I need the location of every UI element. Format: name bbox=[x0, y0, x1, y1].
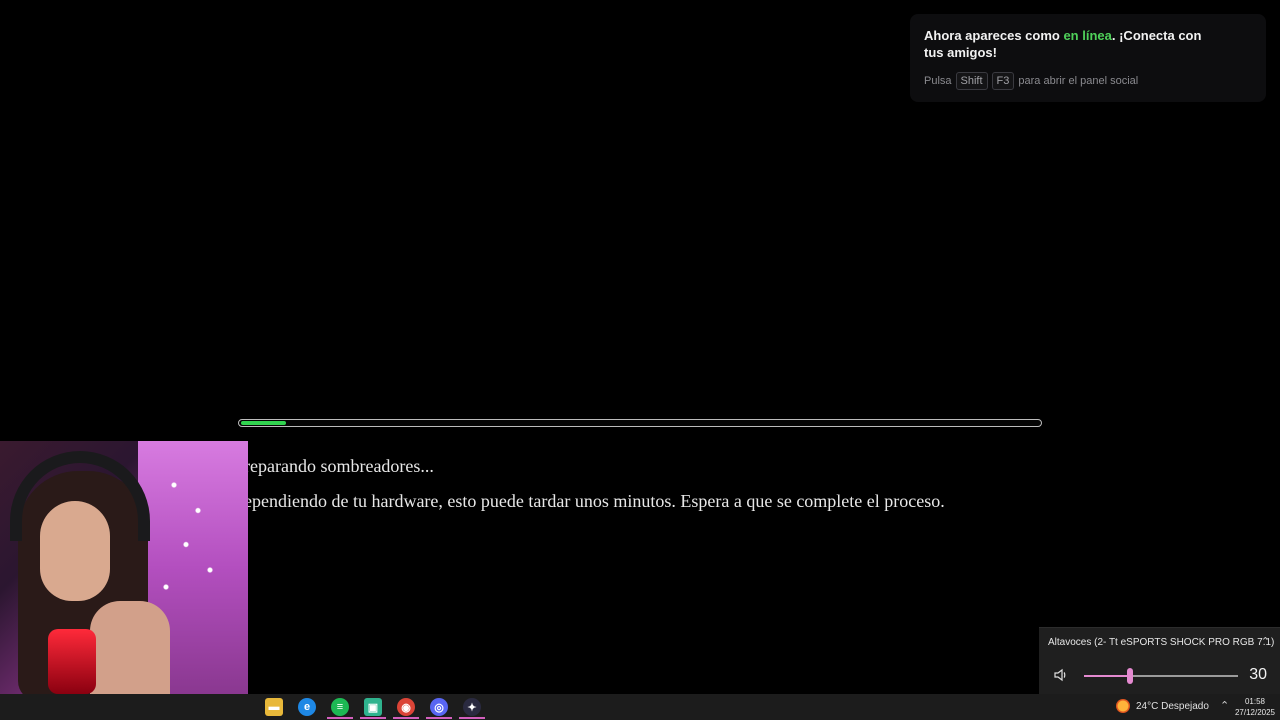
volume-flyout: Altavoces (2- Tt eSPORTS SHOCK PRO RGB 7… bbox=[1039, 627, 1280, 694]
online-status-notification: Ahora apareces como en línea. ¡Conecta c… bbox=[910, 14, 1266, 102]
weather-widget[interactable]: 24°C Despejado bbox=[1116, 699, 1209, 713]
app-green-icon[interactable]: ▣ bbox=[364, 698, 382, 716]
volume-value: 30 bbox=[1249, 666, 1267, 683]
loading-title: reparando sombreadores... bbox=[244, 456, 434, 476]
webcam-lights bbox=[150, 451, 230, 621]
show-hidden-icons-icon[interactable]: ⌃ bbox=[1220, 699, 1229, 712]
volume-slider[interactable] bbox=[1084, 668, 1238, 684]
shader-progress-fill bbox=[241, 421, 286, 425]
taskbar: ▬ e ≡ ▣ ◉ ◎ ✦ 24°C Despejado ⌃ 01:58 27/12/202… bbox=[0, 694, 1280, 720]
clock-time: 01:58 bbox=[1244, 697, 1266, 706]
running-app-indicator bbox=[459, 717, 485, 719]
volume-slider-fill bbox=[1084, 675, 1131, 677]
edge-icon[interactable]: e bbox=[298, 698, 316, 716]
chevron-up-icon[interactable]: ⌃ bbox=[1261, 635, 1270, 648]
system-clock[interactable]: 01:58 27/12/2025 bbox=[1234, 696, 1276, 718]
sun-icon bbox=[1116, 699, 1130, 713]
running-app-indicator bbox=[360, 717, 386, 719]
running-app-indicator bbox=[393, 717, 419, 719]
game-launcher-icon[interactable]: ✦ bbox=[463, 698, 481, 716]
speaker-icon[interactable] bbox=[1053, 668, 1071, 682]
online-status-text: en línea bbox=[1063, 28, 1112, 43]
social-panel-hint: Pulsa Shift F3 para abrir el panel socia… bbox=[924, 72, 1252, 90]
shader-progress-bar bbox=[238, 419, 1042, 427]
headset-icon bbox=[10, 451, 150, 541]
shift-key: Shift bbox=[955, 72, 988, 90]
clock-date: 27/12/2025 bbox=[1234, 708, 1276, 717]
webcam-overlay bbox=[0, 441, 248, 694]
discord-icon[interactable]: ◎ bbox=[430, 698, 448, 716]
running-app-indicator bbox=[327, 717, 353, 719]
notification-message: Ahora apareces como en línea. ¡Conecta c… bbox=[924, 28, 1202, 60]
microphone-icon bbox=[48, 629, 96, 694]
volume-slider-thumb[interactable] bbox=[1127, 668, 1134, 684]
spotify-icon[interactable]: ≡ bbox=[331, 698, 349, 716]
file-explorer-icon[interactable]: ▬ bbox=[265, 698, 283, 716]
loading-subtitle: ependiendo de tu hardware, esto puede ta… bbox=[244, 491, 945, 511]
audio-device-name[interactable]: Altavoces (2- Tt eSPORTS SHOCK PRO RGB 7… bbox=[1048, 637, 1274, 648]
chrome-icon[interactable]: ◉ bbox=[397, 698, 415, 716]
webcam-shoulder bbox=[90, 601, 170, 694]
running-app-indicator bbox=[426, 717, 452, 719]
f3-key: F3 bbox=[991, 72, 1015, 90]
